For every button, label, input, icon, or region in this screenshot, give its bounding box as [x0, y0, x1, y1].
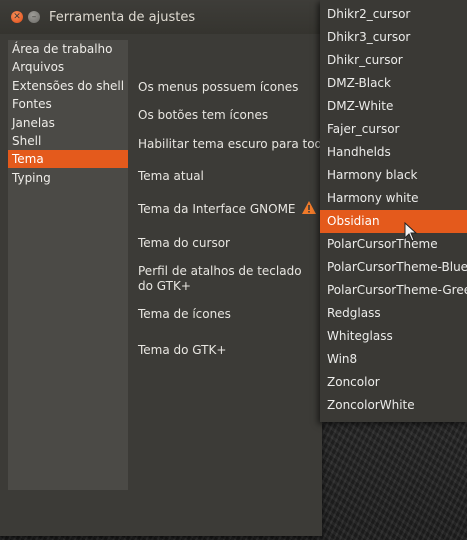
sidebar-item-area-de-trabalho[interactable]: Área de trabalho: [8, 40, 128, 58]
menu-item-dmz-black[interactable]: DMZ-Black: [320, 72, 467, 95]
cursor-theme-dropdown-menu: Dhikr2_cursor Dhikr3_cursor Dhikr_cursor…: [320, 0, 467, 422]
sidebar-item-typing[interactable]: Typing: [8, 169, 128, 187]
window-titlebar[interactable]: ✕ – Ferramenta de ajustes: [0, 0, 322, 34]
menus-icons-label: Os menus possuem ícones: [138, 80, 299, 94]
minimize-icon: –: [31, 11, 37, 22]
mouse-pointer-icon: [404, 222, 418, 242]
menu-item-dhikr-cursor[interactable]: Dhikr_cursor: [320, 49, 467, 72]
menu-item-dmz-white[interactable]: DMZ-White: [320, 95, 467, 118]
gnome-shell-theme-label: Tema da Interface GNOME: [138, 202, 296, 216]
menu-item-harmony-white[interactable]: Harmony white: [320, 187, 467, 210]
sidebar: Área de trabalho Arquivos Extensões do s…: [8, 40, 128, 490]
sidebar-item-shell[interactable]: Shell: [8, 132, 128, 150]
menu-item-zoncolorwhite[interactable]: ZoncolorWhite: [320, 394, 467, 417]
current-theme-label: Tema atual: [138, 169, 204, 183]
menu-item-harmony-black[interactable]: Harmony black: [320, 164, 467, 187]
menu-item-polarcursortheme[interactable]: PolarCursorTheme: [320, 233, 467, 256]
icon-theme-label: Tema de ícones: [138, 307, 231, 321]
sidebar-item-janelas[interactable]: Janelas: [8, 114, 128, 132]
sidebar-item-extensoes[interactable]: Extensões do shell: [8, 77, 128, 95]
tweak-tool-window: ✕ – Ferramenta de ajustes Área de trabal…: [0, 0, 347, 536]
buttons-icons-label: Os botões tem ícones: [138, 108, 269, 122]
menu-item-redglass[interactable]: Redglass: [320, 302, 467, 325]
sidebar-item-fontes[interactable]: Fontes: [8, 95, 128, 113]
menu-item-polarcursortheme-blue[interactable]: PolarCursorTheme-Blue: [320, 256, 467, 279]
close-icon: ✕: [13, 11, 21, 22]
window-title: Ferramenta de ajustes: [49, 10, 196, 25]
menu-item-handhelds[interactable]: Handhelds: [320, 141, 467, 164]
menu-item-polarcursortheme-green[interactable]: PolarCursorTheme-Green: [320, 279, 467, 302]
close-button[interactable]: ✕: [11, 11, 23, 23]
sidebar-item-tema[interactable]: Tema: [8, 150, 128, 168]
dark-theme-label: Habilitar tema escuro para todos a: [138, 137, 347, 151]
menu-item-dhikr3-cursor[interactable]: Dhikr3_cursor: [320, 26, 467, 49]
menu-item-dhikr2-cursor[interactable]: Dhikr2_cursor: [320, 3, 467, 26]
cursor-theme-label: Tema do cursor: [138, 236, 230, 250]
gtk-theme-label: Tema do GTK+: [138, 343, 227, 357]
menu-item-fajer-cursor[interactable]: Fajer_cursor: [320, 118, 467, 141]
menu-item-zoncolor[interactable]: Zoncolor: [320, 371, 467, 394]
minimize-button[interactable]: –: [28, 11, 40, 23]
menu-item-whiteglass[interactable]: Whiteglass: [320, 325, 467, 348]
keybinding-profile-label: Perfil de atalhos de teclado do GTK+: [138, 264, 302, 293]
sidebar-item-arquivos[interactable]: Arquivos: [8, 58, 128, 76]
menu-item-win8[interactable]: Win8: [320, 348, 467, 371]
warning-icon: [302, 201, 316, 214]
menu-item-obsidian[interactable]: Obsidian: [320, 210, 467, 233]
